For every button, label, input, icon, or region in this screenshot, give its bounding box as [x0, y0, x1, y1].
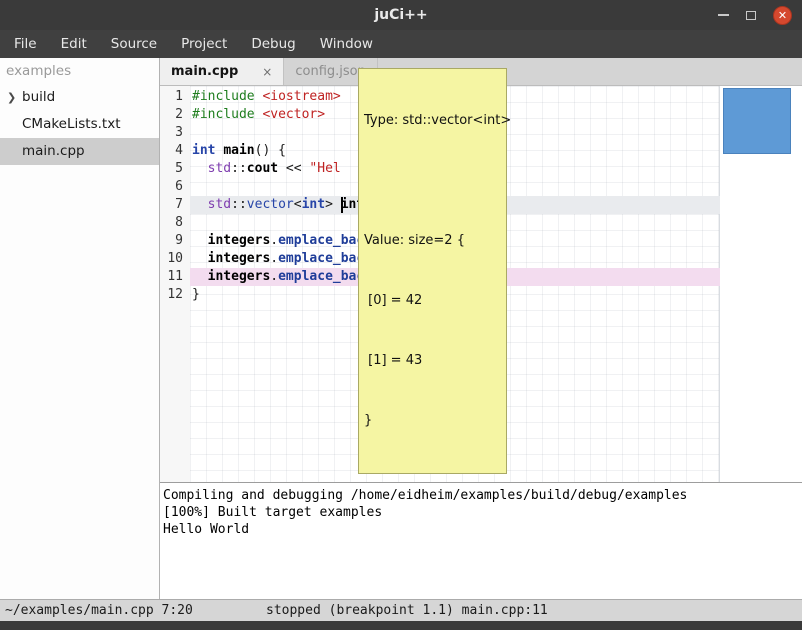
tooltip-blank-line: [364, 171, 501, 191]
code-text: [190, 124, 192, 142]
code-text: }: [190, 286, 200, 304]
tooltip-type-line: Type: std::vector<int>: [364, 111, 501, 131]
menu-source[interactable]: Source: [99, 31, 169, 57]
menu-edit[interactable]: Edit: [49, 31, 99, 57]
code-text: #include <vector>: [190, 106, 325, 124]
menu-file[interactable]: File: [2, 31, 49, 57]
tree-item-build[interactable]: ❯ build: [0, 84, 159, 111]
titlebar[interactable]: juCi++ ✕: [0, 0, 802, 30]
minimize-icon[interactable]: [718, 14, 729, 16]
tooltip-value-line: [0] = 42: [364, 291, 501, 311]
code-text: [190, 178, 192, 196]
tree-item-label: CMakeLists.txt: [22, 116, 121, 132]
code-text: std::cout << "Hel: [190, 160, 341, 178]
debug-value-tooltip: Type: std::vector<int> Value: size=2 { […: [358, 68, 507, 474]
tree-item-label: build: [22, 89, 55, 105]
code-text: #include <iostream>: [190, 88, 341, 106]
file-tree-sidebar: examples ❯ build CMakeLists.txt main.cpp: [0, 58, 160, 599]
line-number[interactable]: 11: [160, 268, 190, 286]
window-title: juCi++: [374, 7, 427, 23]
line-number[interactable]: 2: [160, 106, 190, 124]
tab-label: config.json: [295, 64, 366, 79]
window-controls: ✕: [718, 0, 792, 30]
line-number[interactable]: 8: [160, 214, 190, 232]
tree-item-label: main.cpp: [22, 143, 85, 159]
line-number[interactable]: 7: [160, 196, 190, 214]
scrollbar-thumb[interactable]: [723, 88, 791, 154]
project-name: examples: [0, 58, 159, 84]
tab-close-icon[interactable]: ×: [262, 65, 272, 79]
tree-item-maincpp[interactable]: main.cpp: [0, 138, 159, 165]
menu-window[interactable]: Window: [308, 31, 385, 57]
terminal-line: [100%] Built target examples: [163, 504, 799, 521]
menu-debug[interactable]: Debug: [239, 31, 307, 57]
tooltip-value-line: Value: size=2 {: [364, 231, 501, 251]
text-caret: [341, 197, 343, 213]
tab-maincpp[interactable]: main.cpp ×: [160, 58, 284, 85]
terminal-output[interactable]: Compiling and debugging /home/eidheim/ex…: [160, 482, 802, 599]
terminal-line: Hello World: [163, 521, 799, 538]
menu-project[interactable]: Project: [169, 31, 239, 57]
terminal-line: Compiling and debugging /home/eidheim/ex…: [163, 487, 799, 504]
restore-icon[interactable]: [746, 11, 756, 20]
code-text: int main() {: [190, 142, 286, 160]
code-text: [190, 214, 192, 232]
menubar: File Edit Source Project Debug Window: [0, 30, 802, 58]
line-number[interactable]: 9: [160, 232, 190, 250]
status-file-position: ~/examples/main.cpp 7:20: [5, 603, 193, 618]
tooltip-value-line: [1] = 43: [364, 351, 501, 371]
line-number[interactable]: 1: [160, 88, 190, 106]
line-number[interactable]: 3: [160, 124, 190, 142]
line-number[interactable]: 5: [160, 160, 190, 178]
window-bottom-edge: [0, 621, 802, 630]
tree-item-cmakelists[interactable]: CMakeLists.txt: [0, 111, 159, 138]
line-number[interactable]: 6: [160, 178, 190, 196]
statusbar: ~/examples/main.cpp 7:20 stopped (breakp…: [0, 599, 802, 621]
line-number[interactable]: 4: [160, 142, 190, 160]
expander-icon[interactable]: ❯: [7, 84, 16, 111]
tooltip-value-line: }: [364, 411, 501, 431]
close-icon[interactable]: ✕: [773, 6, 792, 25]
tab-label: main.cpp: [171, 64, 238, 79]
jucipp-window: juCi++ ✕ File Edit Source Project Debug …: [0, 0, 802, 630]
line-number[interactable]: 10: [160, 250, 190, 268]
status-debug-state: stopped (breakpoint 1.1) main.cpp:11: [266, 603, 548, 618]
line-number[interactable]: 12: [160, 286, 190, 304]
